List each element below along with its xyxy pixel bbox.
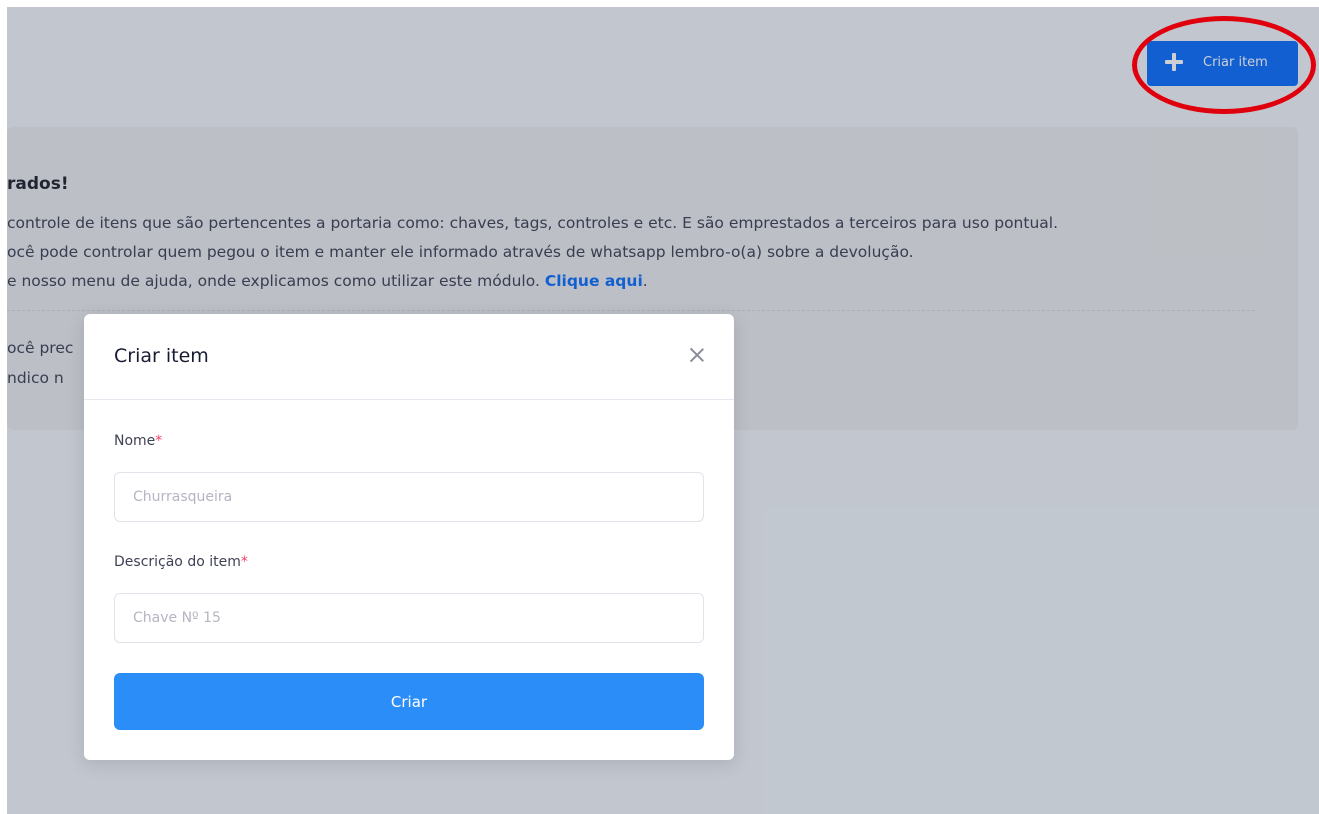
- required-marker: *: [155, 433, 163, 449]
- highlight-annotation-circle: [1132, 16, 1316, 114]
- required-marker: *: [240, 554, 248, 570]
- name-label-text: Nome: [114, 433, 156, 449]
- create-submit-button[interactable]: Criar: [114, 673, 704, 730]
- modal-header: Criar item: [84, 314, 734, 400]
- modal-title: Criar item: [114, 345, 209, 367]
- create-item-modal: Criar item Nome* Descrição do item* Cria…: [84, 314, 734, 760]
- description-input[interactable]: [114, 593, 704, 643]
- close-icon[interactable]: [689, 347, 705, 363]
- app-background: Criar item rados! controle de itens que …: [7, 7, 1319, 814]
- description-label-text: Descrição do item: [114, 554, 241, 570]
- name-field-label: Nome*: [114, 433, 162, 449]
- name-input[interactable]: [114, 472, 704, 522]
- description-field-label: Descrição do item*: [114, 554, 248, 570]
